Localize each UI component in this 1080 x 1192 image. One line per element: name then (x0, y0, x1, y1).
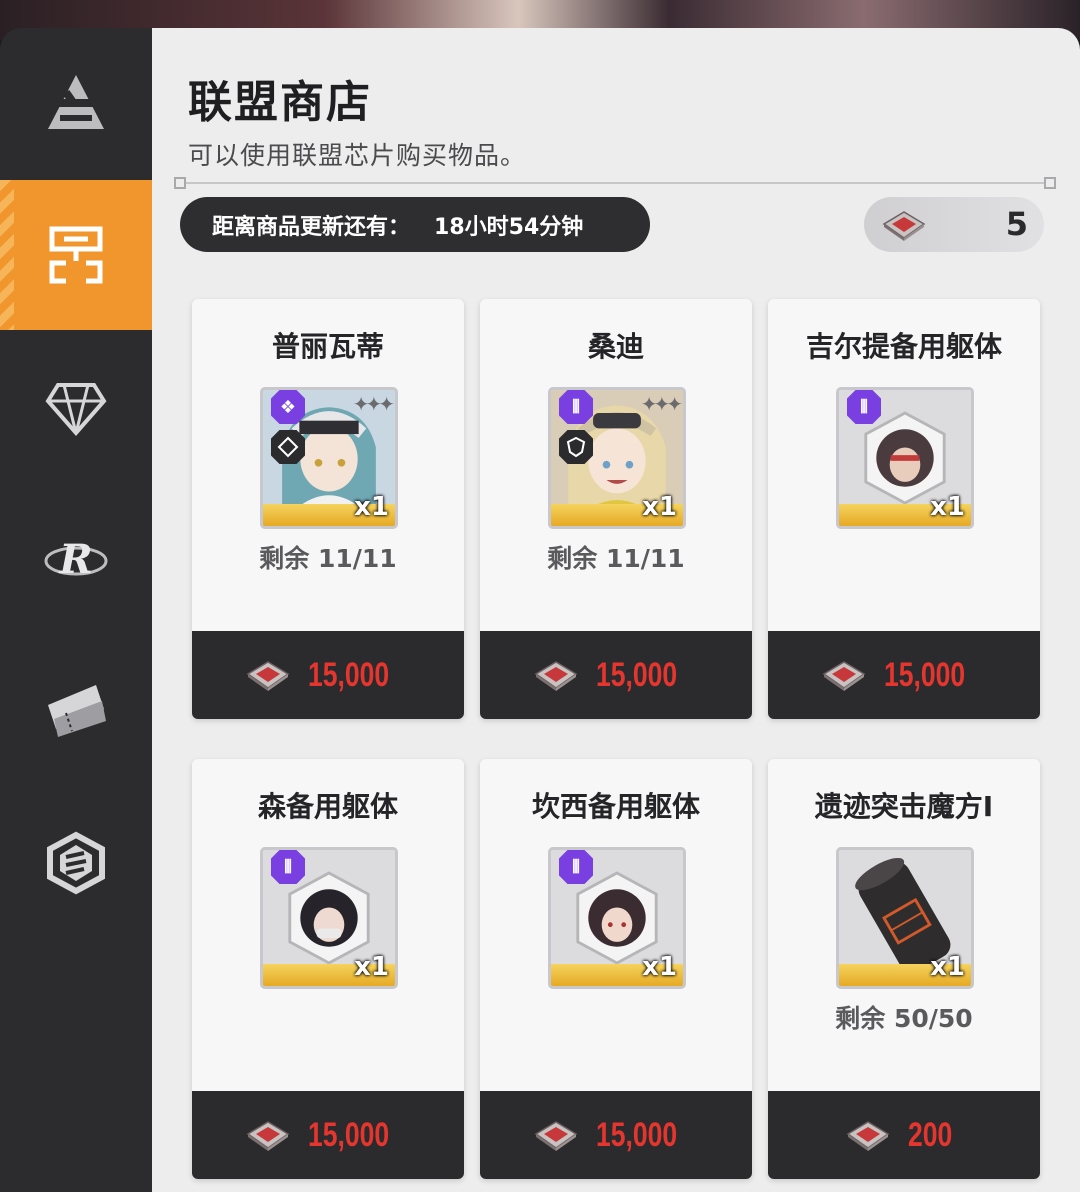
sidebar-item-badge[interactable] (0, 788, 152, 938)
refresh-label: 距离商品更新还有： (212, 214, 411, 240)
refresh-timer: 距离商品更新还有： 18小时54分钟 (180, 197, 650, 252)
weapon-badge-icon (271, 430, 305, 464)
alliance-chip-icon (846, 1121, 890, 1151)
shop-item-card[interactable]: 坎西备用躯体 ⫴ x1 15,000 (480, 759, 752, 1179)
alliance-chip-icon (882, 210, 926, 241)
item-thumbnail: ⫴ x1 (260, 847, 398, 989)
divider (180, 182, 1052, 184)
buy-button[interactable]: 15,000 (480, 631, 752, 719)
item-quantity: x1 (642, 492, 677, 522)
alliance-chip-icon (246, 661, 290, 691)
shop-item-card[interactable]: 森备用躯体 ⫴ x1 15,000 (192, 759, 464, 1179)
item-thumbnail: ⫴ x1 (836, 387, 974, 529)
shop-item-card[interactable]: 桑迪 ⫴ ✦✦✦ x1 剩余 11/11 15,000 (480, 299, 752, 719)
shop-panel: 联盟商店 可以使用联盟芯片购买物品。 距离商品更新还有： 18小时54分钟 5 … (152, 28, 1080, 1192)
stock-remaining: 剩余 50/50 (835, 1004, 973, 1033)
stock-remaining: 剩余 11/11 (259, 544, 397, 573)
item-quantity: x1 (354, 492, 389, 522)
hexagon-badge-icon (47, 831, 105, 895)
buy-button[interactable]: 15,000 (192, 631, 464, 719)
shop-item-card[interactable]: 遗迹突击魔方I x1 剩余 50/50 200 (768, 759, 1040, 1179)
buy-button[interactable]: 15,000 (480, 1091, 752, 1179)
anvil-icon (48, 75, 104, 129)
alliance-chip-icon (246, 1121, 290, 1151)
item-price: 15,000 (596, 1115, 678, 1154)
item-thumbnail: ❖ ✦✦✦ x1 (260, 387, 398, 529)
currency-balance[interactable]: 5 (864, 197, 1044, 252)
sidebar-item-forge[interactable] (0, 28, 152, 178)
class-badge-icon: ⫴ (559, 390, 593, 424)
alliance-chip-icon (534, 661, 578, 691)
stock-remaining: 剩余 11/11 (547, 544, 685, 573)
sidebar-item-shop[interactable] (0, 180, 152, 330)
item-quantity: x1 (930, 492, 965, 522)
star-rating-icon: ✦✦✦ (640, 392, 683, 416)
item-name: 普丽瓦蒂 (271, 330, 384, 363)
alliance-chip-icon (534, 1121, 578, 1151)
shop-icon (49, 226, 103, 284)
star-rating-icon: ✦✦✦ (352, 392, 395, 416)
diamond-icon (45, 383, 107, 437)
item-quantity: x1 (642, 952, 677, 982)
r-logo-icon: R (44, 536, 108, 583)
shop-item-card[interactable]: 吉尔提备用躯体 ⫴ x1 15,000 (768, 299, 1040, 719)
item-price: 200 (907, 1115, 952, 1154)
buy-button[interactable]: 200 (768, 1091, 1040, 1179)
sidebar-item-tickets[interactable] (0, 636, 152, 786)
item-price: 15,000 (596, 655, 678, 694)
shop-item-card[interactable]: 普丽瓦蒂 ❖ ✦✦✦ x1 剩余 11/11 15,000 (192, 299, 464, 719)
class-badge-icon: ⫴ (847, 390, 881, 424)
item-quantity: x1 (930, 952, 965, 982)
class-badge-icon: ⫴ (559, 850, 593, 884)
alliance-chip-icon (822, 661, 866, 691)
class-badge-icon: ❖ (271, 390, 305, 424)
currency-count: 5 (1005, 205, 1028, 243)
weapon-badge-icon (559, 430, 593, 464)
item-thumbnail: ⫴ ✦✦✦ x1 (548, 387, 686, 529)
item-name: 遗迹突击魔方I (814, 790, 994, 823)
item-price: 15,000 (308, 655, 390, 694)
item-price: 15,000 (884, 655, 966, 694)
class-badge-icon: ⫴ (271, 850, 305, 884)
svg-text:R: R (58, 536, 92, 583)
page-subtitle: 可以使用联盟芯片购买物品。 (188, 141, 527, 170)
sidebar-item-r-shop[interactable]: R (0, 484, 152, 634)
item-quantity: x1 (354, 952, 389, 982)
refresh-time: 18小时54分钟 (434, 214, 584, 240)
item-thumbnail: ⫴ x1 (548, 847, 686, 989)
item-price: 15,000 (308, 1115, 390, 1154)
item-name: 森备用躯体 (257, 790, 398, 823)
item-thumbnail: x1 (836, 847, 974, 989)
page-title: 联盟商店 (188, 77, 372, 128)
ticket-icon (48, 685, 106, 737)
item-name: 桑迪 (587, 330, 644, 363)
item-name: 吉尔提备用躯体 (805, 330, 1002, 363)
item-name: 坎西备用躯体 (531, 790, 700, 823)
divider-dot (174, 177, 186, 189)
buy-button[interactable]: 15,000 (768, 631, 1040, 719)
buy-button[interactable]: 15,000 (192, 1091, 464, 1179)
sidebar-item-gems[interactable] (0, 332, 152, 482)
divider-dot (1044, 177, 1056, 189)
sidebar: R (0, 28, 152, 1192)
